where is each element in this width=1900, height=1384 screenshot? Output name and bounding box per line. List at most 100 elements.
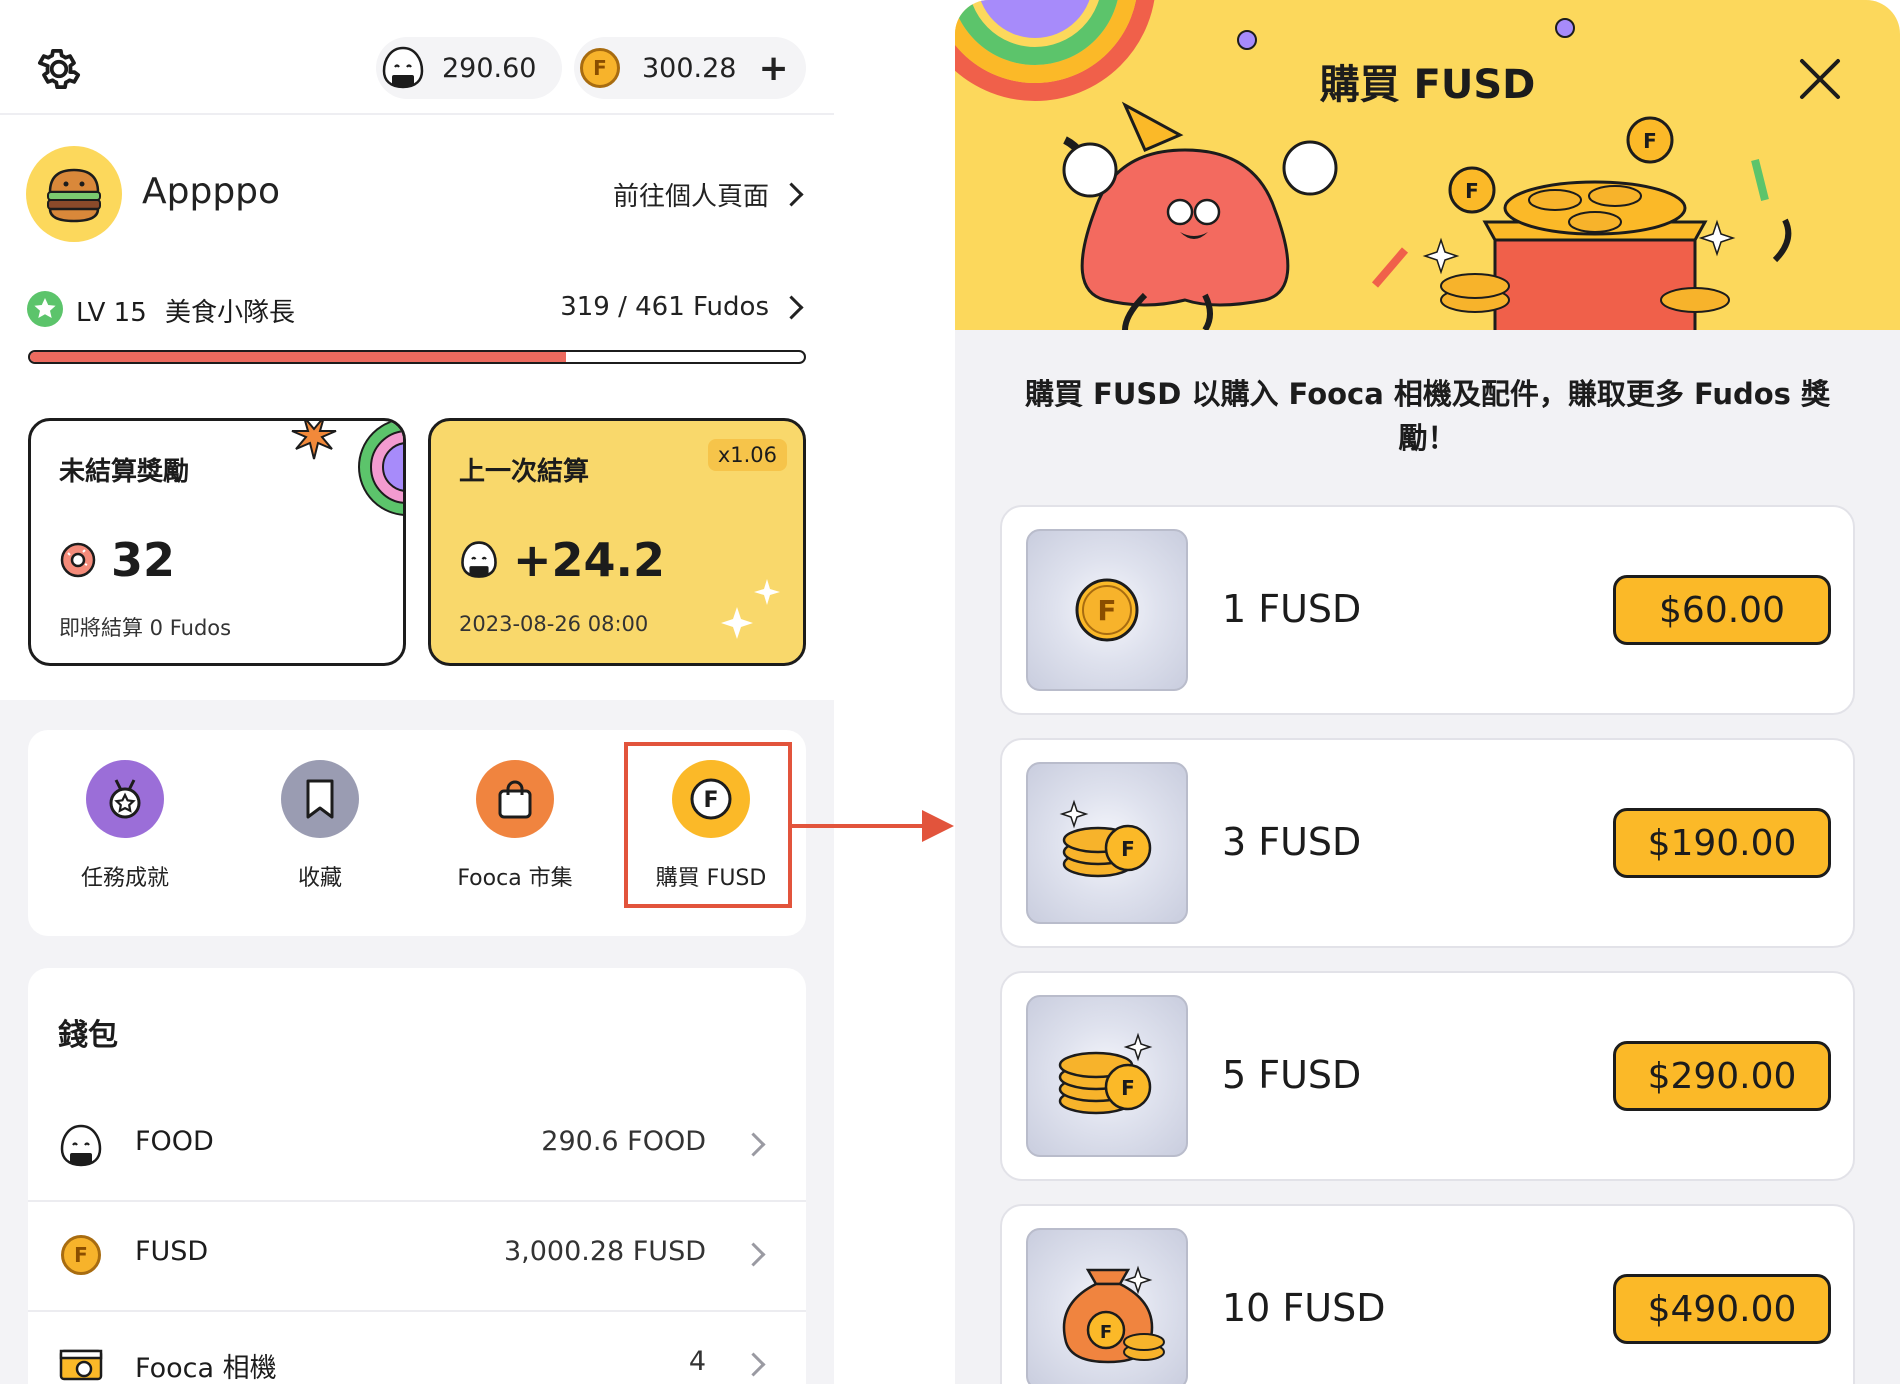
- action-label: Fooca 市集: [457, 866, 573, 891]
- celebration-illustration: F F: [955, 0, 1792, 330]
- option-thumbnail: F: [1026, 1228, 1188, 1384]
- buy-fusd-sheet: F F 購買 FUSD 購買 FUSD 以購入 Fooca 相機及配件，賺取更多…: [955, 0, 1900, 1384]
- chevron-right-icon: [779, 182, 804, 207]
- last-settlement-card[interactable]: 上一次結算 x1.06 +24.2 2023-08-26 08:00: [428, 418, 806, 666]
- option-thumbnail: F: [1026, 762, 1188, 924]
- wallet-row-label: Fooca 相機: [135, 1353, 277, 1384]
- level-title: 美食小隊長: [165, 298, 296, 328]
- wallet-row-fusd[interactable]: F FUSD 3,000.28 FUSD: [28, 1200, 806, 1312]
- svg-text:F: F: [1643, 129, 1657, 153]
- svg-text:F: F: [1465, 179, 1479, 203]
- fusd-option-1[interactable]: F 1 FUSD $60.00: [1000, 505, 1855, 715]
- food-token-icon: [382, 46, 424, 89]
- option-name: 1 FUSD: [1222, 587, 1362, 631]
- coin-stack-icon: F: [1058, 1032, 1153, 1115]
- wallet-row-value: 290.6 FOOD: [541, 1126, 706, 1157]
- level-progress-bar: [28, 350, 806, 364]
- burger-icon: [47, 168, 101, 223]
- single-coin-icon: F: [1075, 578, 1139, 642]
- wallet-title: 錢包: [58, 1018, 118, 1053]
- level-progress-text: 319 / 461 Fudos: [560, 292, 769, 322]
- bookmark-icon: [281, 760, 359, 838]
- sparkle-icon: [721, 579, 780, 639]
- wallet-row-value: 3,000.28 FUSD: [503, 1236, 706, 1267]
- food-balance: 290.60: [442, 52, 537, 84]
- food-token-icon: [461, 541, 497, 578]
- money-bag-icon: F: [1062, 1265, 1165, 1364]
- food-token-icon: [60, 1124, 102, 1167]
- svg-text:F: F: [1121, 1076, 1135, 1100]
- shopping-bag-icon: [476, 760, 554, 838]
- gear-icon[interactable]: [34, 44, 84, 94]
- card-title: 未結算獎勵: [59, 457, 190, 487]
- action-bookmarks[interactable]: 收藏: [235, 760, 405, 892]
- option-thumbnail: F: [1026, 995, 1188, 1157]
- wallet-row-food[interactable]: FOOD 290.6 FOOD: [28, 1090, 806, 1202]
- pending-value-row: 32: [59, 533, 175, 587]
- action-label: 收藏: [297, 866, 342, 891]
- hero-banner: F F 購買 FUSD: [955, 0, 1900, 330]
- profile-link-label: 前往個人頁面: [612, 182, 769, 212]
- wallet-row-label: FUSD: [135, 1236, 209, 1267]
- wallet-row-value: 4: [688, 1346, 706, 1377]
- price-button[interactable]: $190.00: [1613, 808, 1831, 878]
- option-name: 5 FUSD: [1222, 1053, 1362, 1097]
- card-subtext: 即將結算 0 Fudos: [59, 616, 232, 640]
- fusd-option-3[interactable]: F 3 FUSD $190.00: [1000, 738, 1855, 948]
- pending-value: 32: [111, 533, 176, 587]
- level-progress-fill: [30, 352, 566, 362]
- rainbow-decoration: [358, 421, 403, 516]
- donut-icon: [60, 542, 96, 578]
- pending-rewards-card[interactable]: 未結算獎勵 32 即將結算 0 Fudos: [28, 418, 406, 666]
- profile-link[interactable]: 前往個人頁面: [612, 176, 804, 213]
- chevron-right-icon: [779, 294, 804, 320]
- last-value-row: +24.2: [459, 533, 665, 587]
- svg-text:F: F: [1121, 837, 1135, 861]
- svg-text:F: F: [1097, 594, 1116, 627]
- arrow-connector: [792, 810, 954, 842]
- sheet-description: 購買 FUSD 以購入 Fooca 相機及配件，賺取更多 Fudos 獎勵！: [1024, 377, 1831, 455]
- medal-icon: [86, 760, 164, 838]
- action-achievements[interactable]: 任務成就: [40, 760, 210, 892]
- action-label: 任務成就: [80, 866, 169, 891]
- level-progress-link[interactable]: 319 / 461 Fudos: [560, 292, 804, 322]
- fusd-coin-icon: F: [580, 48, 620, 88]
- fusd-option-10[interactable]: F 10 FUSD $490.00: [1000, 1204, 1855, 1384]
- close-icon[interactable]: [1797, 56, 1843, 102]
- wallet-screen: 290.60 F 300.28 + Appppo 前往個人頁面 LV 15 美食…: [0, 0, 834, 1384]
- option-thumbnail: F: [1026, 529, 1188, 691]
- level-star-icon: [27, 291, 63, 327]
- food-balance-pill[interactable]: 290.60: [376, 37, 562, 99]
- star-burst-decoration: [291, 421, 337, 460]
- last-value: +24.2: [513, 533, 666, 587]
- level-number: LV 15: [76, 298, 147, 328]
- chevron-right-icon: [741, 1352, 766, 1377]
- price-button[interactable]: $60.00: [1613, 575, 1831, 645]
- fusd-option-5[interactable]: F 5 FUSD $290.00: [1000, 971, 1855, 1181]
- option-name: 10 FUSD: [1222, 1286, 1386, 1330]
- coin-stack-icon: F: [1059, 799, 1152, 878]
- price-button[interactable]: $490.00: [1613, 1274, 1831, 1344]
- wallet-row-label: FOOD: [135, 1126, 214, 1157]
- action-market[interactable]: Fooca 市集: [430, 760, 600, 892]
- fusd-balance-pill[interactable]: F 300.28 +: [574, 37, 806, 99]
- settlement-time: 2023-08-26 08:00: [459, 612, 649, 636]
- fusd-coin-icon: F: [61, 1235, 101, 1275]
- chevron-right-icon: [741, 1242, 766, 1267]
- camera-icon: [59, 1349, 103, 1381]
- avatar[interactable]: [26, 146, 122, 242]
- svg-text:F: F: [1100, 1322, 1112, 1343]
- sheet-title: 購買 FUSD: [1319, 62, 1536, 108]
- highlight-box: [624, 742, 792, 908]
- chevron-right-icon: [741, 1132, 766, 1157]
- add-fusd-button[interactable]: +: [758, 48, 788, 89]
- wallet-row-camera[interactable]: Fooca 相機 4: [28, 1310, 806, 1384]
- price-button[interactable]: $290.00: [1613, 1041, 1831, 1111]
- level-label: LV 15 美食小隊長: [76, 292, 295, 329]
- multiplier-badge: x1.06: [707, 439, 787, 471]
- fusd-balance: 300.28: [642, 52, 737, 84]
- profile-name: Appppo: [142, 171, 281, 212]
- card-title: 上一次結算: [459, 457, 590, 487]
- option-name: 3 FUSD: [1222, 820, 1362, 864]
- top-bar: 290.60 F 300.28 +: [0, 0, 834, 115]
